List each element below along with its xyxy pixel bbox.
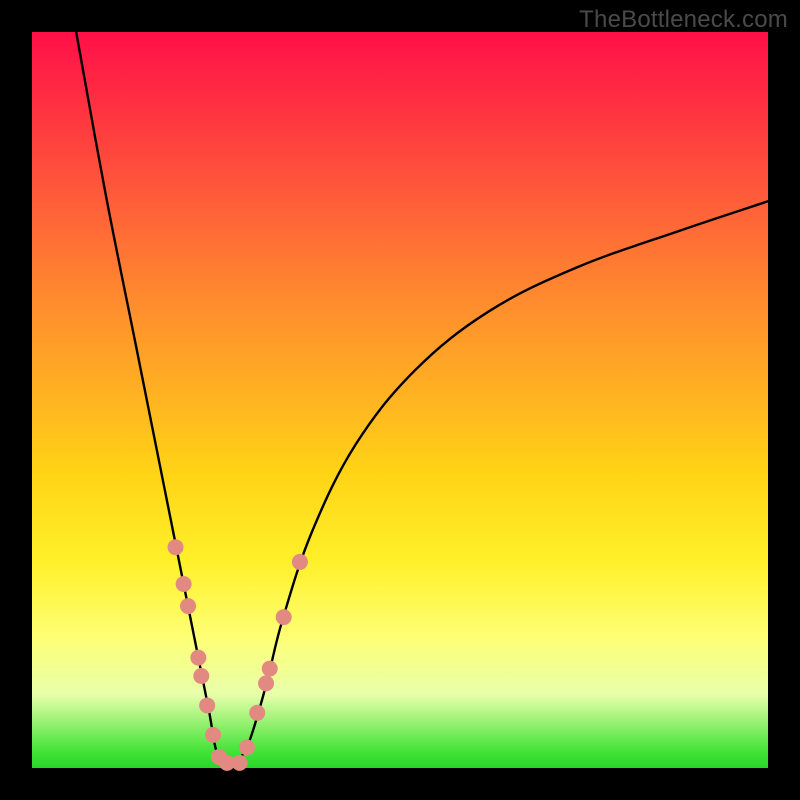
highlight-dot [292, 554, 308, 570]
highlight-dot [180, 598, 196, 614]
highlight-dot [276, 609, 292, 625]
watermark-text: TheBottleneck.com [579, 6, 788, 34]
bottleneck-curve-path [76, 32, 768, 764]
highlight-dot [258, 675, 274, 691]
highlight-dot [239, 739, 255, 755]
highlight-dot [205, 727, 221, 743]
highlight-dot [199, 697, 215, 713]
highlight-dot [190, 650, 206, 666]
highlight-dot [168, 539, 184, 555]
highlight-dot [176, 576, 192, 592]
plot-area [32, 32, 768, 768]
curve-layer [32, 32, 768, 768]
highlight-dot [232, 755, 248, 771]
highlight-dot [249, 705, 265, 721]
highlight-dot [262, 661, 278, 677]
highlight-dot [193, 668, 209, 684]
highlight-dots-group [168, 539, 308, 771]
chart-frame: TheBottleneck.com [0, 0, 800, 800]
